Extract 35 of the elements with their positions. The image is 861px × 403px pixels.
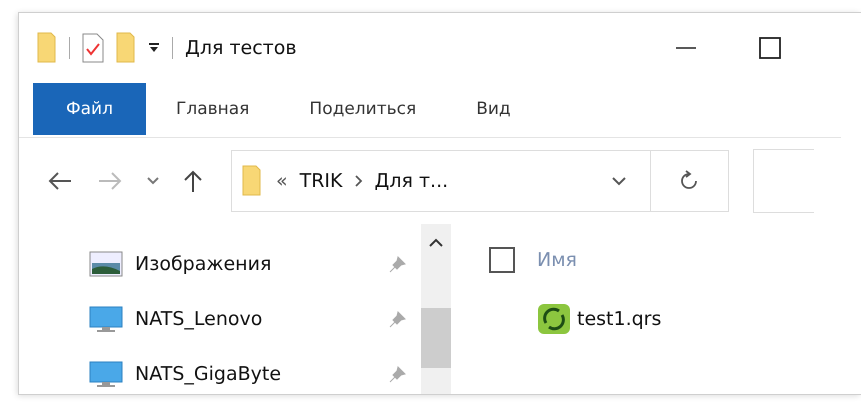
dropdown-icon[interactable] (612, 176, 626, 186)
pin-icon[interactable] (389, 310, 407, 328)
breadcrumb-item[interactable]: TRIK (300, 170, 342, 192)
maximize-icon[interactable] (759, 37, 781, 59)
ribbon-tab[interactable]: Вид (446, 83, 541, 135)
pin-icon[interactable] (389, 364, 407, 382)
computer-icon (89, 360, 123, 386)
pin-icon[interactable] (389, 254, 407, 272)
properties-icon[interactable] (82, 33, 104, 63)
pictures-icon (89, 250, 123, 276)
recent-locations-icon[interactable] (147, 177, 159, 185)
computer-icon (89, 306, 123, 332)
address-field[interactable]: « TRIK Для т... (231, 150, 651, 212)
scrollbar-thumb[interactable] (421, 308, 451, 368)
back-icon[interactable] (47, 171, 73, 191)
overflow-chevron[interactable]: « (276, 170, 288, 192)
sidebar-item[interactable]: Изображения (89, 236, 421, 291)
scroll-up-icon[interactable] (429, 238, 443, 248)
sidebar-item[interactable]: NATS_GigaByte (89, 346, 421, 394)
ribbon-tab[interactable]: Главная (146, 83, 280, 135)
breadcrumb-chevron-icon[interactable] (354, 175, 362, 187)
refresh-icon (680, 170, 698, 192)
search-field[interactable] (753, 149, 814, 213)
ribbon-tab[interactable]: Файл (33, 83, 146, 135)
folder-icon (242, 165, 262, 197)
window-title: Для тестов (185, 37, 297, 59)
up-icon[interactable] (183, 169, 203, 193)
scrollbar[interactable] (421, 224, 451, 394)
file-name[interactable]: test1.qrs (577, 308, 662, 330)
select-all-checkbox[interactable] (489, 247, 515, 273)
breadcrumb-item[interactable]: Для т... (374, 170, 448, 192)
customize-dropdown-icon[interactable] (148, 42, 160, 54)
sidebar-item[interactable]: NATS_Lenovo (89, 291, 421, 346)
file-icon (537, 303, 571, 335)
ribbon-tab[interactable]: Поделиться (279, 83, 446, 135)
